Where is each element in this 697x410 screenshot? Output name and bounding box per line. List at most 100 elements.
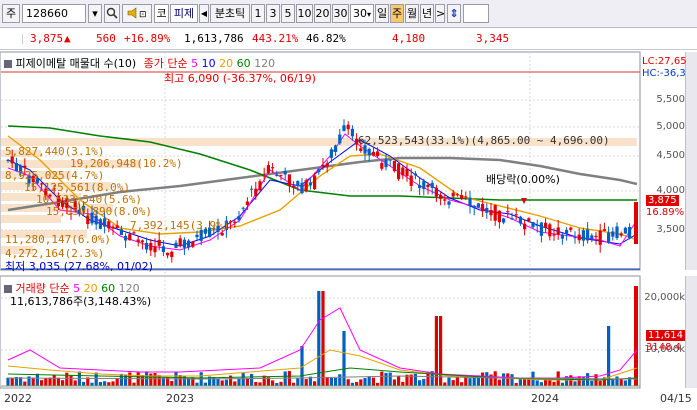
candle-body [569,227,573,230]
volume-bar [73,380,77,386]
volume-bar [598,380,602,386]
volume-bar [468,378,472,386]
candle-body [329,149,333,158]
candle-body [233,221,237,224]
candle-body [153,246,157,253]
chart-area[interactable] [0,50,697,410]
volume-bar [52,375,56,386]
updown-arrow-icon[interactable]: ⇕ [447,4,461,23]
volume-bar [342,331,346,386]
next-arrow-button[interactable]: > [435,4,445,23]
candle-body [392,160,396,172]
candle-body [304,180,308,192]
menu-icon[interactable] [4,285,12,293]
day-tab[interactable]: 일 [375,4,389,23]
candle-body [187,240,191,248]
volume-bar [250,373,254,386]
period-30[interactable]: 30 [332,4,349,23]
volume-scrollbar[interactable] [685,276,697,388]
period-select[interactable]: 30▾ [350,4,374,23]
candle-body [342,125,346,131]
candle-body [182,239,186,248]
volume-bar [460,382,464,386]
ma-label: 종가 단순 [143,57,188,70]
menu-icon[interactable] [4,60,12,68]
volume-bar [82,381,86,386]
period-5[interactable]: 5 [281,4,295,23]
candle-body [623,227,627,234]
stock-code-input[interactable]: 128660 [22,4,86,23]
candle-body [628,226,632,238]
stock-name-label: 피제 [170,4,198,23]
volume-bar [535,380,539,386]
market-select[interactable]: 주 [2,4,20,23]
candle-body [502,218,506,223]
period-1[interactable]: 1 [251,4,265,23]
day-high: 4,180 [392,32,426,45]
svg-text:⊡: ⊡ [139,10,147,19]
candle-body [544,222,548,228]
candle-body [455,194,459,196]
period-10[interactable]: 10 [296,4,313,23]
vp-label: 15,050,890(8.0%) [46,205,152,218]
volume-bar [40,380,44,386]
candle-body [279,174,283,176]
price-tick: 3,500 [656,224,685,235]
volume-bar [98,382,102,386]
candle-body [103,218,107,227]
current-pct-label: 16.89% [646,207,685,218]
volume-bar [590,380,594,386]
volume-bar [94,372,98,386]
candle-body [136,239,140,243]
candle-body [271,167,275,169]
price-change-pct: +16.89% [124,32,171,45]
candle-body [594,235,598,238]
candle-body [346,124,350,130]
volume-bar [48,377,52,386]
speaker-icon[interactable]: ⊡ [122,4,152,23]
volume-bar [216,378,220,386]
prev-arrow-button[interactable]: ◀ [199,4,209,23]
candle-body [178,238,182,246]
candle-body [308,182,312,186]
volume-bar [296,378,300,386]
candle-body [107,221,111,229]
volume-bar [6,377,10,386]
price-scrollbar[interactable] [685,52,697,270]
candle-body [581,230,585,241]
year-tab[interactable]: 년 [420,4,434,23]
candle-body [23,165,27,168]
candle-body [132,232,136,234]
period-20[interactable]: 20 [314,4,331,23]
volume-bar [233,381,237,386]
candle-body [245,201,249,205]
current-price-box: 3,875 [646,195,679,206]
candle-body [514,214,518,216]
tab-ko[interactable]: 코 [154,4,169,23]
week-tab[interactable]: 주 [390,4,404,23]
period-3[interactable]: 3 [266,4,280,23]
volume-bar [371,377,375,386]
volume-bar [485,372,489,386]
timeframe-tab-minute[interactable]: 분초틱 [210,4,250,23]
candle-body [300,182,304,194]
candle-body [195,234,199,238]
candle-body [384,159,388,168]
candle-body [443,199,447,201]
volume-bar [338,374,342,386]
candle-body [506,211,510,213]
month-tab[interactable]: 월 [405,4,419,23]
volume-bar [401,381,405,386]
candle-body [413,173,417,176]
candle-body [292,185,296,188]
extra-input[interactable] [463,4,489,23]
search-icon[interactable] [104,4,120,23]
toolbar: 주 128660 ▾ ⊡ 코 피제 ◀ 분초틱 1 3 5 10 20 30 3… [0,0,697,28]
volume-bar [132,382,136,386]
candle-body [405,168,409,177]
dropdown-icon[interactable]: ▾ [88,4,102,23]
candle-current [634,202,638,244]
candle-body [481,203,485,212]
day-low: 3,345 [476,32,510,45]
x-axis-label: 2024 [531,392,559,405]
